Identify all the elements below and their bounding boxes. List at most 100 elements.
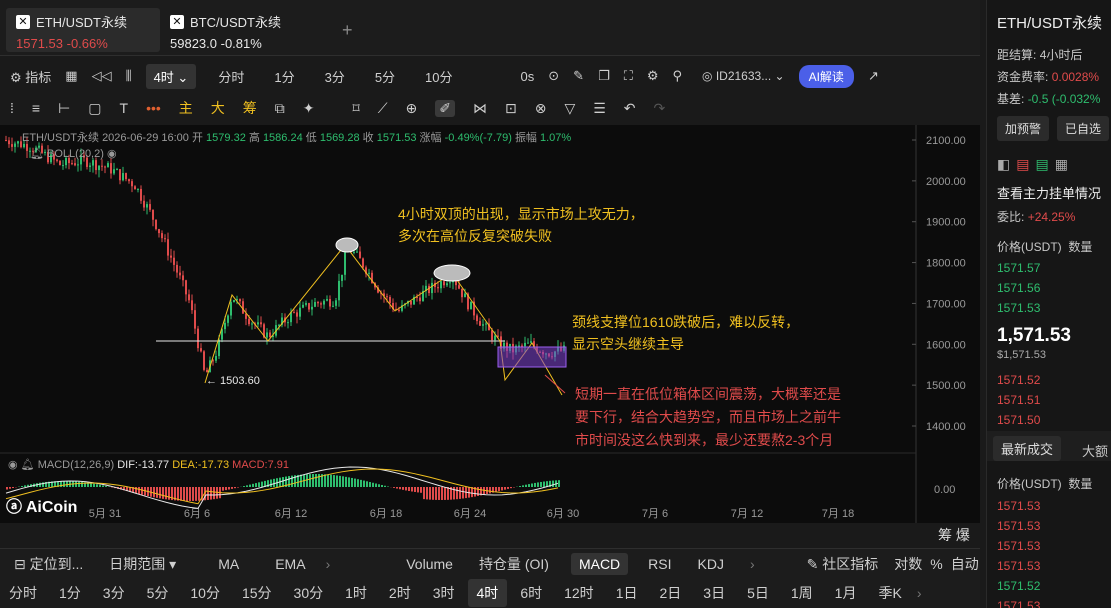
tab-eth[interactable]: ✕ ETH/USDT永续 1571.53 -0.66% bbox=[6, 8, 160, 52]
timeframe-14[interactable]: 2日 bbox=[650, 579, 690, 607]
timeframe-8[interactable]: 2时 bbox=[380, 579, 420, 607]
corner-chip[interactable]: 筹 bbox=[938, 527, 952, 543]
add-tab-button[interactable]: + bbox=[342, 20, 353, 41]
date-range-button[interactable]: 日期范围 ▾ bbox=[109, 554, 176, 574]
tool-main[interactable]: 主 bbox=[179, 98, 193, 118]
list-icon[interactable]: ☰ bbox=[593, 100, 606, 117]
timeframe-0[interactable]: 分时 bbox=[0, 579, 46, 607]
speed-label[interactable]: 0s bbox=[521, 69, 535, 84]
measure-icon[interactable]: ⋈ bbox=[473, 100, 487, 117]
tf-option[interactable]: 分时 bbox=[210, 64, 252, 89]
hline-icon[interactable]: ⊢ bbox=[58, 100, 70, 117]
timeframe-2[interactable]: 3分 bbox=[94, 579, 134, 607]
tool-chip[interactable]: 筹 bbox=[243, 98, 257, 118]
tf-option[interactable]: 10分 bbox=[417, 64, 460, 89]
favorite-button[interactable]: 已自选 bbox=[1057, 116, 1110, 141]
ask-row[interactable]: 1571.52 bbox=[997, 373, 1040, 387]
alert-button[interactable]: 加预警 bbox=[997, 116, 1050, 141]
tf-option[interactable]: 3分 bbox=[317, 64, 353, 89]
timeframe-9[interactable]: 3时 bbox=[424, 579, 464, 607]
chart-area[interactable]: 2100.00 2000.00 1900.00 1800.00 1700.00 1600.… bbox=[0, 125, 980, 543]
ai-button[interactable]: AI解读 bbox=[798, 64, 854, 88]
orderbook-mode-icons[interactable]: ◧▤▤▦ bbox=[997, 156, 1074, 173]
edit-icon[interactable]: ✎ bbox=[573, 68, 584, 84]
ind-rsi[interactable]: RSI bbox=[648, 556, 671, 572]
tab-large-trades[interactable]: 大额 bbox=[1082, 441, 1108, 460]
menu-icon[interactable]: ≡ bbox=[32, 100, 40, 116]
book-both-icon[interactable]: ◧ bbox=[997, 156, 1016, 172]
timeframe-3[interactable]: 5分 bbox=[138, 579, 178, 607]
ind-volume[interactable]: Volume bbox=[406, 556, 453, 572]
timeframe-6[interactable]: 30分 bbox=[285, 579, 333, 607]
tab-btc[interactable]: ✕ BTC/USDT永续 59823.0 -0.81% bbox=[160, 8, 320, 52]
timeframe-16[interactable]: 5日 bbox=[738, 579, 778, 607]
text-icon[interactable]: T bbox=[120, 100, 129, 116]
tf-option[interactable]: 1分 bbox=[266, 64, 302, 89]
chevron-right-icon[interactable]: › bbox=[750, 556, 755, 572]
book-ask-icon[interactable]: ▤ bbox=[1035, 156, 1054, 172]
corner-liq[interactable]: 爆 bbox=[956, 527, 970, 543]
ind-oi[interactable]: 持仓量 (OI) bbox=[479, 554, 549, 574]
log-toggle[interactable]: 对数 bbox=[894, 554, 922, 574]
zoom-icon[interactable]: ⊕ bbox=[406, 100, 418, 117]
settings-icon[interactable]: ⚙ bbox=[647, 68, 659, 84]
bid-row[interactable]: 1571.56 bbox=[997, 281, 1040, 295]
community-indicator-button[interactable]: ✎ 社区指标 bbox=[807, 554, 879, 574]
rect-icon[interactable]: ▢ bbox=[88, 100, 101, 117]
timeframe-10[interactable]: 4时 bbox=[467, 579, 508, 607]
auto-toggle[interactable]: 自动 bbox=[951, 554, 979, 574]
timeframe-selected[interactable]: 4时 ⌄ bbox=[145, 63, 197, 89]
fullscreen-icon[interactable]: ⛶ bbox=[624, 68, 633, 84]
timeframe-19[interactable]: 季K bbox=[869, 579, 910, 607]
ruler-icon[interactable]: ⟋ bbox=[378, 100, 388, 117]
dots-icon[interactable]: ••• bbox=[146, 100, 161, 116]
macd-eye-icon[interactable]: ◉ bbox=[8, 459, 18, 471]
timeframe-5[interactable]: 15分 bbox=[233, 579, 281, 607]
magnet-icon[interactable]: ⊗ bbox=[535, 100, 547, 117]
pct-toggle[interactable]: % bbox=[930, 556, 942, 572]
bid-row[interactable]: 1571.57 bbox=[997, 261, 1040, 275]
indicator-button[interactable]: ⚙ 指标 bbox=[10, 67, 51, 86]
tf-option[interactable]: 5分 bbox=[367, 64, 403, 89]
layout-icon[interactable]: ▦ bbox=[65, 68, 77, 84]
replay-icon[interactable]: ◁◁ bbox=[92, 68, 112, 84]
account-selector[interactable]: ◎ ID21633... ⌄ bbox=[702, 69, 785, 83]
locate-button[interactable]: ⊟ 定位到... bbox=[14, 554, 83, 574]
chevron-right-icon[interactable]: › bbox=[917, 585, 922, 601]
timeframe-12[interactable]: 12时 bbox=[555, 579, 603, 607]
undo-icon[interactable]: ↶ bbox=[624, 100, 636, 117]
ask-row[interactable]: 1571.50 bbox=[997, 413, 1040, 427]
bid-row[interactable]: 1571.53 bbox=[997, 301, 1040, 315]
timeframe-13[interactable]: 1日 bbox=[607, 579, 647, 607]
bookmark-icon[interactable]: ⌑ bbox=[353, 100, 360, 117]
camera-icon[interactable]: ⊙ bbox=[548, 68, 559, 84]
tab-latest-trades[interactable]: 最新成交 bbox=[993, 436, 1062, 461]
brush-icon[interactable]: ✐ bbox=[435, 99, 455, 117]
cursor-icon[interactable]: ⁞ bbox=[10, 100, 14, 116]
bars-icon[interactable]: ⫼ bbox=[126, 68, 132, 84]
ind-ema[interactable]: EMA bbox=[275, 556, 305, 572]
book-grid-icon[interactable]: ▦ bbox=[1055, 156, 1074, 172]
book-bid-icon[interactable]: ▤ bbox=[1016, 156, 1035, 172]
timeframe-4[interactable]: 10分 bbox=[181, 579, 229, 607]
tool-big[interactable]: 大 bbox=[211, 98, 225, 118]
ind-kdj[interactable]: KDJ bbox=[698, 556, 724, 572]
share-icon[interactable]: ↗ bbox=[868, 68, 879, 84]
ask-row[interactable]: 1571.51 bbox=[997, 393, 1040, 407]
ind-ma[interactable]: MA bbox=[218, 556, 239, 572]
ind-macd[interactable]: MACD bbox=[570, 552, 629, 575]
pin-icon[interactable]: ⚲ bbox=[672, 68, 682, 84]
eye-icon[interactable]: ◉ bbox=[107, 148, 117, 160]
chart-corner[interactable]: 筹 爆 bbox=[938, 525, 970, 545]
window-icon[interactable]: ❐ bbox=[598, 68, 610, 84]
filter-icon[interactable]: ▽ bbox=[564, 100, 575, 117]
redo-icon[interactable]: ↷ bbox=[654, 100, 666, 117]
orderbook-title[interactable]: 查看主力挂单情况 bbox=[997, 183, 1101, 202]
timeframe-15[interactable]: 3日 bbox=[694, 579, 734, 607]
timeframe-18[interactable]: 1月 bbox=[826, 579, 866, 607]
magic-icon[interactable]: ✦ bbox=[303, 100, 315, 117]
copy-icon[interactable]: ⧉ bbox=[275, 100, 285, 117]
timeframe-1[interactable]: 1分 bbox=[50, 579, 90, 607]
lock-icon[interactable]: ⊡ bbox=[505, 100, 517, 117]
chevron-right-icon[interactable]: › bbox=[326, 556, 331, 572]
